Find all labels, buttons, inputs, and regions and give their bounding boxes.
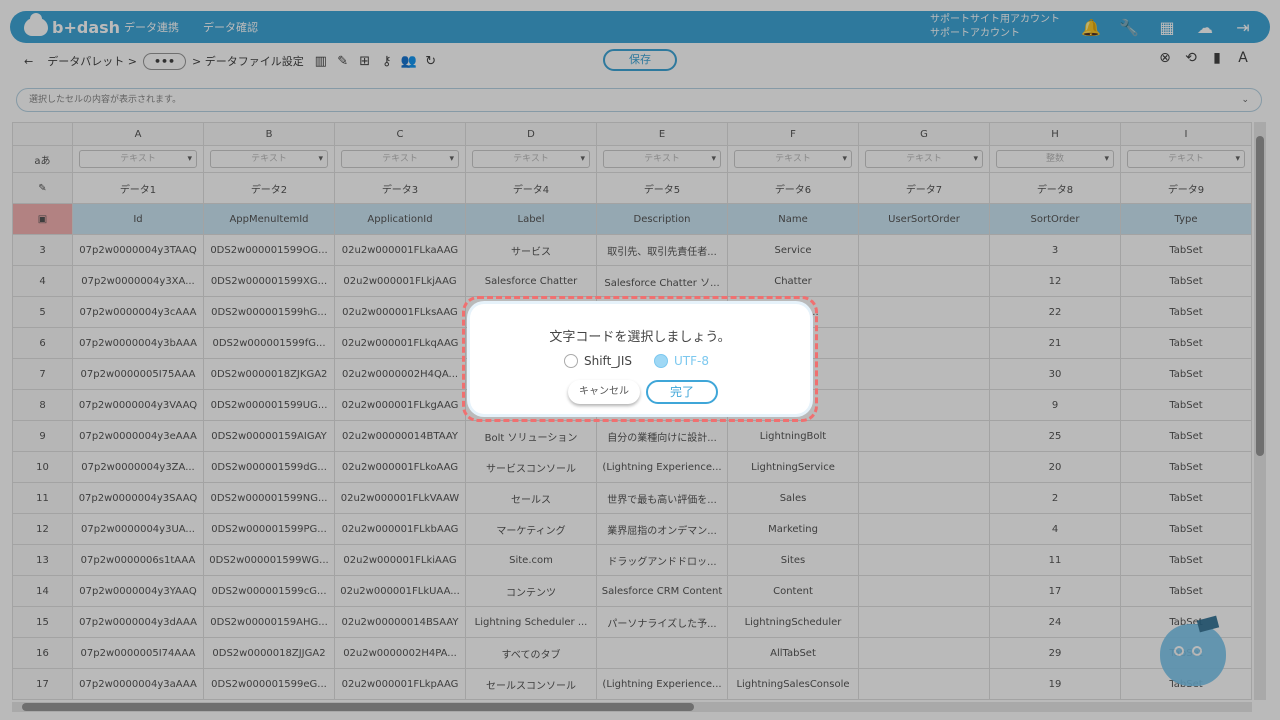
option-utf8-label: UTF-8 — [674, 354, 709, 368]
option-shift-jis-label: Shift_JIS — [584, 354, 632, 368]
done-button[interactable]: 完了 — [646, 380, 718, 404]
dialog-highlight: 文字コードを選択しましょう。 Shift_JIS UTF-8 キャンセル 完了 — [462, 296, 818, 422]
encoding-dialog: 文字コードを選択しましょう。 Shift_JIS UTF-8 キャンセル 完了 — [470, 304, 810, 414]
dialog-title: 文字コードを選択しましょう。 — [549, 330, 731, 345]
radio-shift-jis[interactable] — [564, 354, 578, 368]
option-shift-jis[interactable]: Shift_JIS — [564, 354, 632, 368]
radio-utf8[interactable] — [654, 354, 668, 368]
cancel-button[interactable]: キャンセル — [568, 380, 640, 404]
option-utf8[interactable]: UTF-8 — [654, 354, 709, 368]
